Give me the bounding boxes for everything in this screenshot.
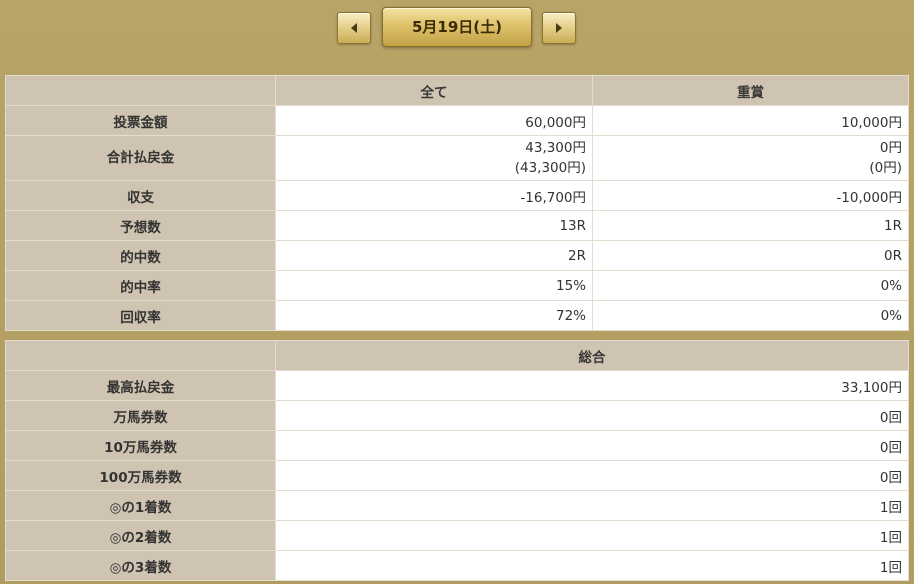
row-label: 10万馬券数 xyxy=(5,430,276,461)
arrow-right-icon xyxy=(556,23,562,33)
value-total: 0回 xyxy=(275,430,909,461)
row-label: 100万馬券数 xyxy=(5,460,276,491)
next-day-button[interactable] xyxy=(542,12,576,44)
value-graded: 0R xyxy=(592,240,909,271)
value-graded: 0円 (0円) xyxy=(592,135,909,181)
table-row: 予想数 13R 1R xyxy=(5,210,909,241)
table-row: 回収率 72% 0% xyxy=(5,300,909,331)
table-row: ◎の1着数 1回 xyxy=(5,490,909,521)
table-row: 10万馬券数 0回 xyxy=(5,430,909,461)
totals-table: 総合 最高払戻金 33,100円 万馬券数 0回 10万馬券数 0回 100万馬… xyxy=(5,340,909,581)
value-total: 33,100円 xyxy=(275,370,909,401)
row-label: 予想数 xyxy=(5,210,276,241)
payout-amount-sub: (0円) xyxy=(869,160,902,176)
value-total: 0回 xyxy=(275,400,909,431)
row-label: 合計払戻金 xyxy=(5,135,276,181)
column-header-total: 総合 xyxy=(275,340,909,371)
date-navigation: 5月19日(土) xyxy=(0,7,914,47)
summary-table: 全て 重賞 投票金額 60,000円 10,000円 合計払戻金 43,300円… xyxy=(5,75,909,331)
corner-cell xyxy=(5,340,276,371)
table-row: 的中率 15% 0% xyxy=(5,270,909,301)
column-header-all: 全て xyxy=(275,75,593,106)
totals-header-row: 総合 xyxy=(5,340,909,371)
row-label: 万馬券数 xyxy=(5,400,276,431)
table-row: 最高払戻金 33,100円 xyxy=(5,370,909,401)
value-all: 43,300円 (43,300円) xyxy=(275,135,593,181)
payout-amount-sub: (43,300円) xyxy=(514,160,586,176)
table-row: 万馬券数 0回 xyxy=(5,400,909,431)
row-label: 的中数 xyxy=(5,240,276,271)
table-row: 的中数 2R 0R xyxy=(5,240,909,271)
value-all: 72% xyxy=(275,300,593,331)
value-all: 15% xyxy=(275,270,593,301)
row-label: 最高払戻金 xyxy=(5,370,276,401)
value-total: 1回 xyxy=(275,520,909,551)
corner-cell xyxy=(5,75,276,106)
current-date: 5月19日(土) xyxy=(382,7,532,47)
table-row: ◎の2着数 1回 xyxy=(5,520,909,551)
previous-day-button[interactable] xyxy=(337,12,371,44)
table-row: 100万馬券数 0回 xyxy=(5,460,909,491)
value-all: 2R xyxy=(275,240,593,271)
value-graded: 10,000円 xyxy=(592,105,909,136)
table-row: 収支 -16,700円 -10,000円 xyxy=(5,180,909,211)
value-total: 1回 xyxy=(275,550,909,581)
value-all: -16,700円 xyxy=(275,180,593,211)
row-label: 収支 xyxy=(5,180,276,211)
row-label: ◎の2着数 xyxy=(5,520,276,551)
row-label: ◎の3着数 xyxy=(5,550,276,581)
value-all: 13R xyxy=(275,210,593,241)
arrow-left-icon xyxy=(351,23,357,33)
value-graded: -10,000円 xyxy=(592,180,909,211)
value-graded: 1R xyxy=(592,210,909,241)
table-row: ◎の3着数 1回 xyxy=(5,550,909,581)
value-total: 1回 xyxy=(275,490,909,521)
value-all: 60,000円 xyxy=(275,105,593,136)
value-graded: 0% xyxy=(592,270,909,301)
row-label: 的中率 xyxy=(5,270,276,301)
value-total: 0回 xyxy=(275,460,909,491)
row-label: ◎の1着数 xyxy=(5,490,276,521)
column-header-graded: 重賞 xyxy=(592,75,909,106)
table-row: 投票金額 60,000円 10,000円 xyxy=(5,105,909,136)
row-label: 回収率 xyxy=(5,300,276,331)
payout-amount: 0円 xyxy=(879,140,902,156)
summary-header-row: 全て 重賞 xyxy=(5,75,909,106)
value-graded: 0% xyxy=(592,300,909,331)
payout-amount: 43,300円 xyxy=(525,140,586,156)
table-row: 合計払戻金 43,300円 (43,300円) 0円 (0円) xyxy=(5,135,909,181)
row-label: 投票金額 xyxy=(5,105,276,136)
